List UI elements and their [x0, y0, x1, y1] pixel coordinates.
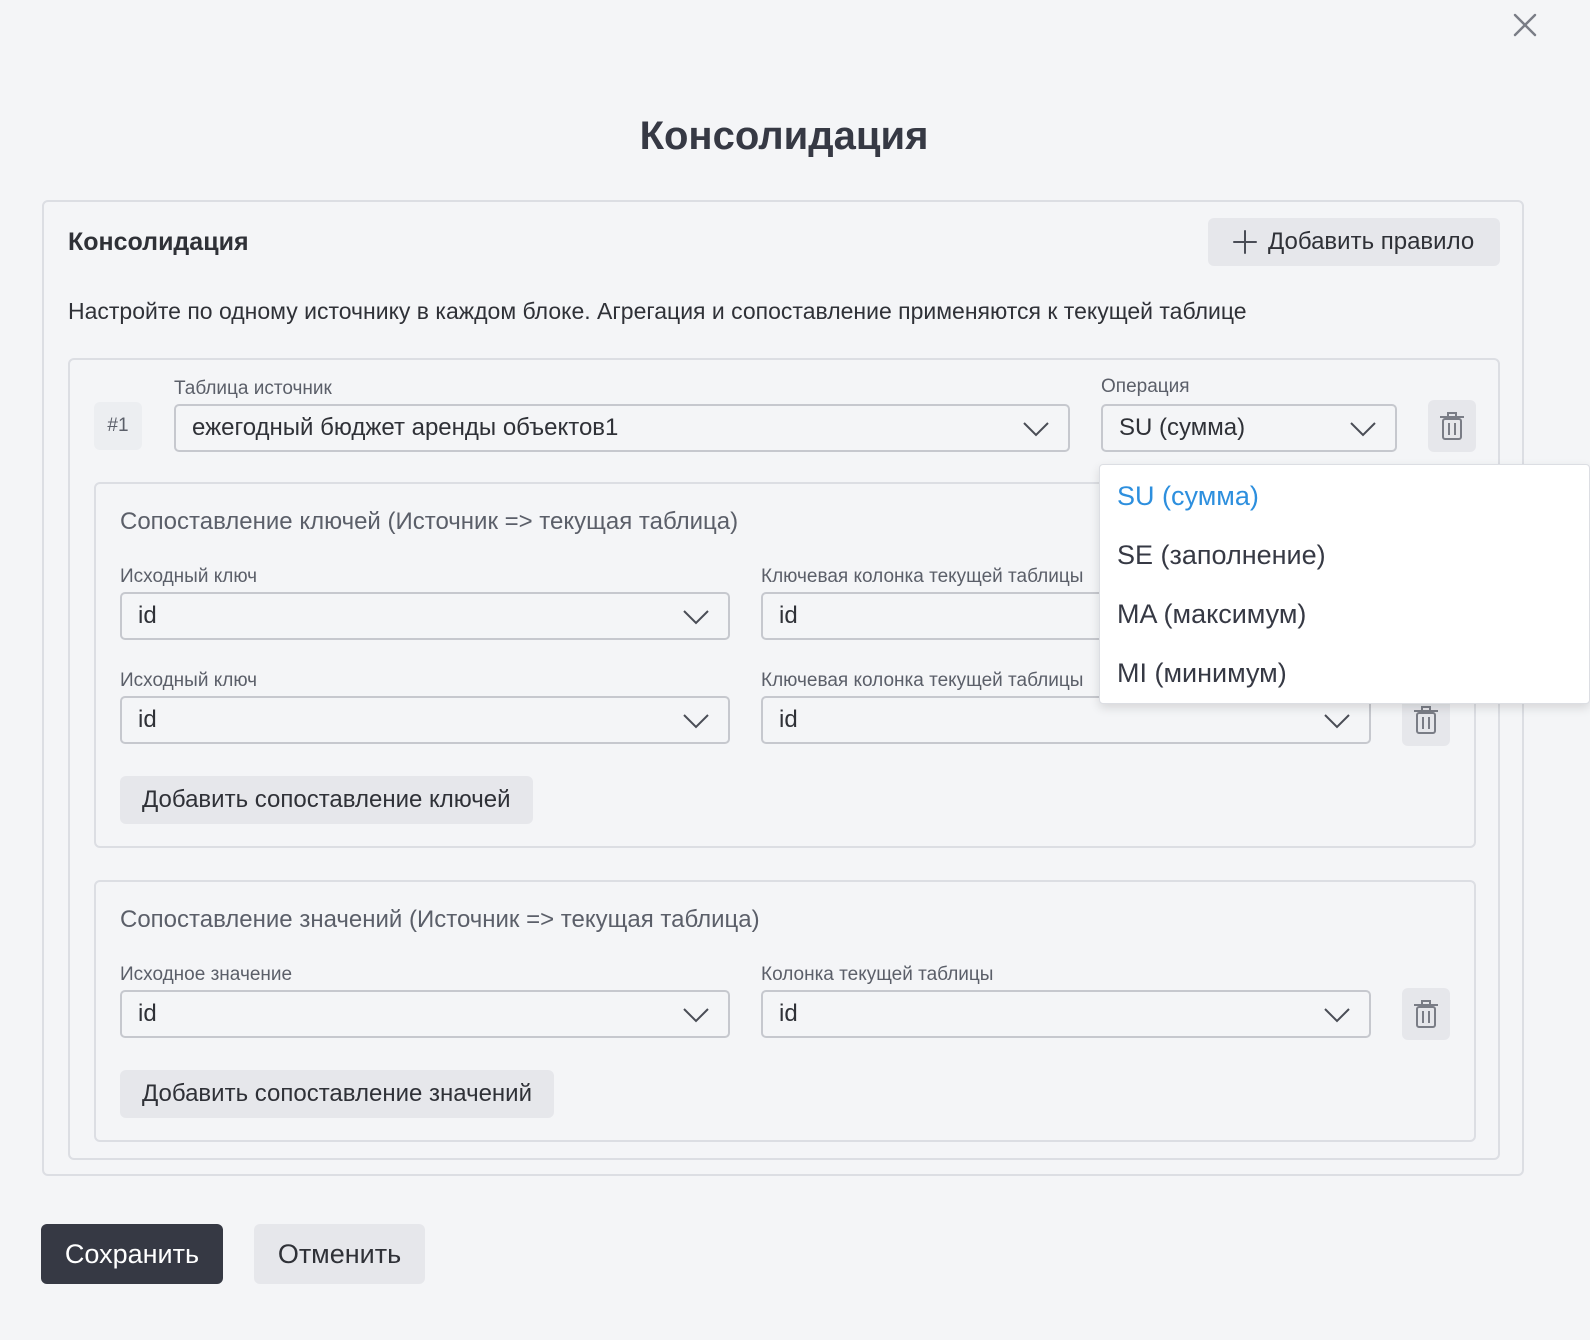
save-button[interactable]: Сохранить — [41, 1224, 223, 1284]
delete-rule-button[interactable] — [1428, 400, 1476, 452]
operation-label: Операция — [1101, 376, 1190, 397]
add-value-mapping-button[interactable]: Добавить сопоставление значений — [120, 1070, 554, 1118]
source-key-label: Исходный ключ — [120, 670, 258, 691]
source-key-value: id — [138, 706, 157, 733]
source-value-label: Исходное значение — [120, 964, 293, 985]
target-key-value: id — [779, 602, 798, 629]
add-value-mapping-label: Добавить сопоставление значений — [142, 1080, 532, 1107]
trash-icon — [1414, 1000, 1438, 1028]
operation-option-su[interactable]: SU (сумма) — [1117, 481, 1259, 512]
value-mapping-section: Сопоставление значений (Источник => теку… — [94, 880, 1476, 1142]
rule-number-badge: #1 — [94, 402, 142, 450]
source-value-value: id — [138, 1000, 157, 1027]
add-rule-label: Добавить правило — [1268, 228, 1475, 255]
operation-option-se[interactable]: SE (заполнение) — [1117, 540, 1326, 571]
chevron-down-icon — [1324, 714, 1350, 729]
description-text: Настройте по одному источнику в каждом б… — [68, 298, 1247, 324]
chevron-down-icon — [683, 610, 709, 625]
section-title: Консолидация — [68, 228, 249, 256]
close-icon — [1513, 13, 1537, 37]
delete-value-mapping-button[interactable] — [1402, 988, 1450, 1040]
dialog-title: Консолидация — [639, 114, 929, 158]
source-key-label: Исходный ключ — [120, 566, 258, 587]
source-key-select[interactable]: id — [120, 592, 730, 640]
chevron-down-icon — [683, 714, 709, 729]
target-column-select[interactable]: id — [761, 990, 1371, 1038]
target-column-label: Колонка текущей таблицы — [761, 964, 994, 985]
operation-option-ma[interactable]: MA (максимум) — [1117, 599, 1306, 630]
source-key-value: id — [138, 602, 157, 629]
cancel-button[interactable]: Отменить — [254, 1224, 425, 1284]
target-column-value: id — [779, 1000, 798, 1027]
target-key-value: id — [779, 706, 798, 733]
chevron-down-icon — [1023, 422, 1049, 437]
chevron-down-icon — [1350, 422, 1376, 437]
target-key-label: Ключевая колонка текущей таблицы — [761, 670, 1084, 691]
source-table-select[interactable]: ежегодный бюджет аренды объектов1 — [174, 404, 1070, 452]
chevron-down-icon — [1324, 1008, 1350, 1023]
value-mapping-title: Сопоставление значений (Источник => теку… — [120, 906, 760, 933]
trash-icon — [1414, 706, 1438, 734]
source-table-label: Таблица источник — [174, 378, 332, 399]
operation-dropdown-menu: SU (сумма) SE (заполнение) MA (максимум)… — [1099, 464, 1590, 704]
close-button[interactable] — [1508, 8, 1542, 42]
source-key-select[interactable]: id — [120, 696, 730, 744]
operation-select[interactable]: SU (сумма) — [1101, 404, 1397, 452]
chevron-down-icon — [683, 1008, 709, 1023]
add-rule-button[interactable]: Добавить правило — [1208, 218, 1500, 266]
target-key-label: Ключевая колонка текущей таблицы — [761, 566, 1084, 587]
trash-icon — [1440, 412, 1464, 440]
add-key-mapping-button[interactable]: Добавить сопоставление ключей — [120, 776, 533, 824]
operation-option-mi[interactable]: MI (минимум) — [1117, 658, 1287, 689]
source-value-select[interactable]: id — [120, 990, 730, 1038]
source-table-value: ежегодный бюджет аренды объектов1 — [192, 414, 619, 441]
key-mapping-title: Сопоставление ключей (Источник => текуща… — [120, 508, 739, 535]
add-key-mapping-label: Добавить сопоставление ключей — [142, 786, 511, 813]
operation-value: SU (сумма) — [1119, 414, 1246, 441]
plus-icon — [1233, 230, 1257, 254]
